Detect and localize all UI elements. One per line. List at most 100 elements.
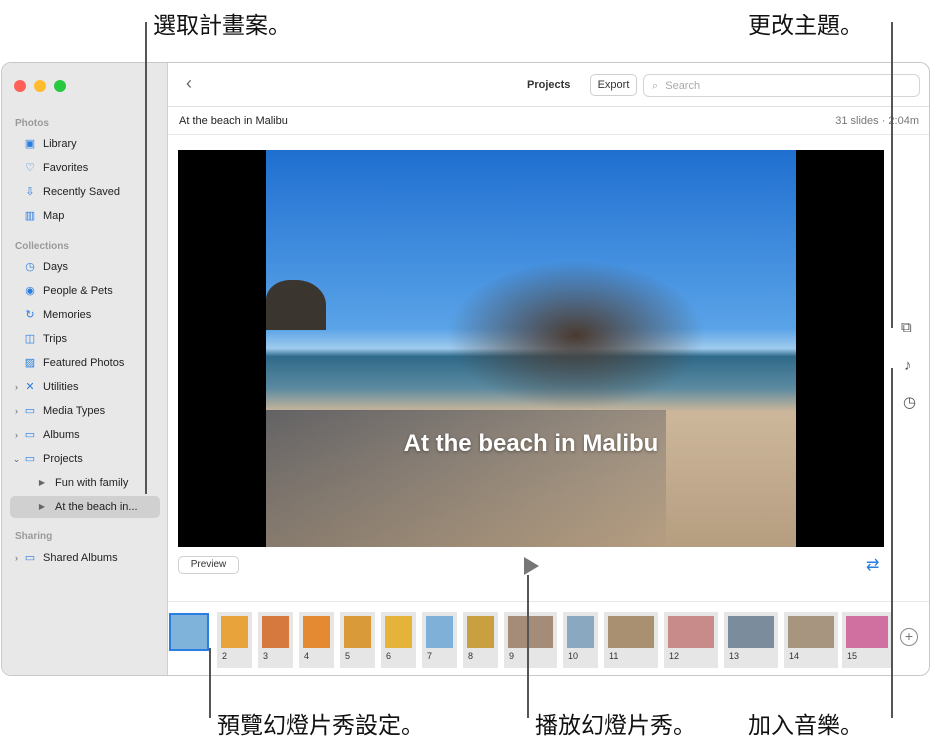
sidebar-item-label: Library <box>43 138 77 150</box>
theme-icon[interactable]: ⧉ <box>901 319 912 336</box>
duration-icon[interactable]: ◷ <box>903 393 916 411</box>
section-photos: Photos <box>15 118 49 129</box>
slide-number: 8 <box>468 651 474 661</box>
sidebar-item-fun-with-family[interactable]: ▶ Fun with family <box>10 472 160 494</box>
slide-thumbnail[interactable]: 7 <box>422 612 457 668</box>
play-button[interactable] <box>524 557 539 575</box>
thumbnail-image <box>567 616 594 648</box>
slide-number: 2 <box>222 651 228 661</box>
slide-photo: At the beach in Malibu <box>266 150 796 547</box>
slide-thumbnail[interactable]: 4 <box>299 612 334 668</box>
thumbnail-image <box>221 616 248 648</box>
sidebar-item-label: Fun with family <box>55 477 129 489</box>
section-collections: Collections <box>15 241 69 252</box>
disclosure-chevron-icon[interactable]: › <box>10 406 23 416</box>
disclosure-chevron-icon[interactable]: › <box>10 553 23 563</box>
sidebar-item-albums[interactable]: › ▭ Albums <box>10 424 160 446</box>
shared-folder-icon: ▭ <box>24 552 36 564</box>
thumbnail-image <box>508 616 553 648</box>
photos-window: Photos Collections Sharing ▣ Library ♡ Favo… <box>1 62 930 676</box>
slideshow-viewer[interactable]: At the beach in Malibu <box>178 150 884 547</box>
disclosure-chevron-icon[interactable]: › <box>10 382 23 392</box>
thumbnail-image <box>788 616 834 648</box>
callout-add-music: 加入音樂。 <box>748 712 863 738</box>
sidebar-item-label: Map <box>43 210 65 222</box>
folder-icon: ▭ <box>24 429 36 441</box>
thumbnail-image <box>728 616 774 648</box>
slide-number: 15 <box>847 651 858 661</box>
sidebar-item-recently-saved[interactable]: ⇩ Recently Saved <box>10 181 160 203</box>
slide-thumbnail[interactable]: 10 <box>563 612 598 668</box>
sidebar-item-label: Utilities <box>43 381 79 393</box>
slide-thumbnail[interactable] <box>169 613 209 651</box>
slide-thumbnail[interactable]: 2 <box>217 612 252 668</box>
thumbnail-image <box>846 616 888 648</box>
project-header: At the beach in Malibu 31 slides · 2:04m <box>168 107 929 135</box>
sidebar-item-shared-albums[interactable]: › ▭ Shared Albums <box>10 547 160 569</box>
person-icon: ◉ <box>25 285 35 297</box>
sidebar-item-people-pets[interactable]: ◉ People & Pets <box>10 280 160 302</box>
disclosure-chevron-icon[interactable]: › <box>10 430 23 440</box>
callout-play-slideshow: 播放幻燈片秀。 <box>535 712 696 738</box>
back-button[interactable]: ‹ <box>186 73 192 94</box>
suitcase-icon: ◫ <box>24 333 36 345</box>
add-slide-button[interactable]: + <box>900 628 918 646</box>
sidebar-item-label: Favorites <box>43 162 89 174</box>
slide-thumbnail[interactable]: 6 <box>381 612 416 668</box>
search-field[interactable]: ⌕ Search <box>643 74 920 97</box>
slide-number: 9 <box>509 651 515 661</box>
callout-change-theme: 更改主題。 <box>748 12 863 38</box>
sidebar-item-days[interactable]: ◷ Days <box>10 256 160 278</box>
clock-icon: ◷ <box>25 261 35 273</box>
folder-icon: ▭ <box>24 405 36 417</box>
sidebar-item-map[interactable]: ▥ Map <box>10 205 160 227</box>
sidebar-item-label: Projects <box>43 453 83 465</box>
slide-thumbnail[interactable]: 15 <box>842 612 892 668</box>
sidebar-item-trips[interactable]: ◫ Trips <box>10 328 160 350</box>
sidebar-item-featured-photos[interactable]: ▨ Featured Photos <box>10 352 160 374</box>
sidebar-item-projects[interactable]: ⌄ ▭ Projects <box>10 448 160 470</box>
thumbnail-image <box>262 616 289 648</box>
callout-select-project: 選取計畫案。 <box>153 12 291 38</box>
sidebar-item-label: Shared Albums <box>43 552 118 564</box>
sidebar-item-favorites[interactable]: ♡ Favorites <box>10 157 160 179</box>
tools-icon: ✕ <box>25 381 35 393</box>
callout-line-select-project <box>145 22 147 494</box>
photo-icon: ▨ <box>24 357 36 369</box>
slide-number: 3 <box>263 651 269 661</box>
callout-line-preview <box>209 648 211 718</box>
sidebar-item-label: Albums <box>43 429 80 441</box>
slide-thumbnail[interactable]: 8 <box>463 612 498 668</box>
slide-thumbnail[interactable]: 5 <box>340 612 375 668</box>
slide-number: 12 <box>669 651 680 661</box>
thumbnail-image <box>426 616 453 648</box>
export-button[interactable]: Export <box>590 74 637 96</box>
slide-thumbnail[interactable]: 14 <box>784 612 838 668</box>
sidebar-item-library[interactable]: ▣ Library <box>10 133 160 155</box>
callout-line-change-theme <box>891 22 893 328</box>
zoom-button[interactable] <box>54 80 66 92</box>
slide-thumbnail[interactable]: 11 <box>604 612 658 668</box>
thumbnail-image <box>608 616 654 648</box>
sidebar-item-label: Media Types <box>43 405 106 417</box>
slide-number: 5 <box>345 651 351 661</box>
slide-thumbnail[interactable]: 9 <box>504 612 557 668</box>
loop-icon[interactable]: ⇄ <box>866 555 879 575</box>
minimize-button[interactable] <box>34 80 46 92</box>
search-icon: ⌕ <box>652 80 659 92</box>
heart-icon: ♡ <box>25 162 35 174</box>
sidebar-item-at-the-beach-in[interactable]: ▶ At the beach in... <box>10 496 160 518</box>
close-button[interactable] <box>14 80 26 92</box>
disclosure-chevron-icon[interactable]: ⌄ <box>10 454 23 465</box>
music-icon[interactable]: ♪ <box>904 357 912 374</box>
slide-thumbnail[interactable]: 13 <box>724 612 778 668</box>
toolbar-title: Projects <box>527 79 571 91</box>
slide-number: 13 <box>729 651 740 661</box>
sidebar-item-media-types[interactable]: › ▭ Media Types <box>10 400 160 422</box>
preview-button[interactable]: Preview <box>178 556 239 574</box>
sidebar-item-utilities[interactable]: › ✕ Utilities <box>10 376 160 398</box>
sidebar-item-memories[interactable]: ↻ Memories <box>10 304 160 326</box>
slide-thumbnail[interactable]: 12 <box>664 612 718 668</box>
thumbnail-image <box>303 616 330 648</box>
slide-thumbnail[interactable]: 3 <box>258 612 293 668</box>
